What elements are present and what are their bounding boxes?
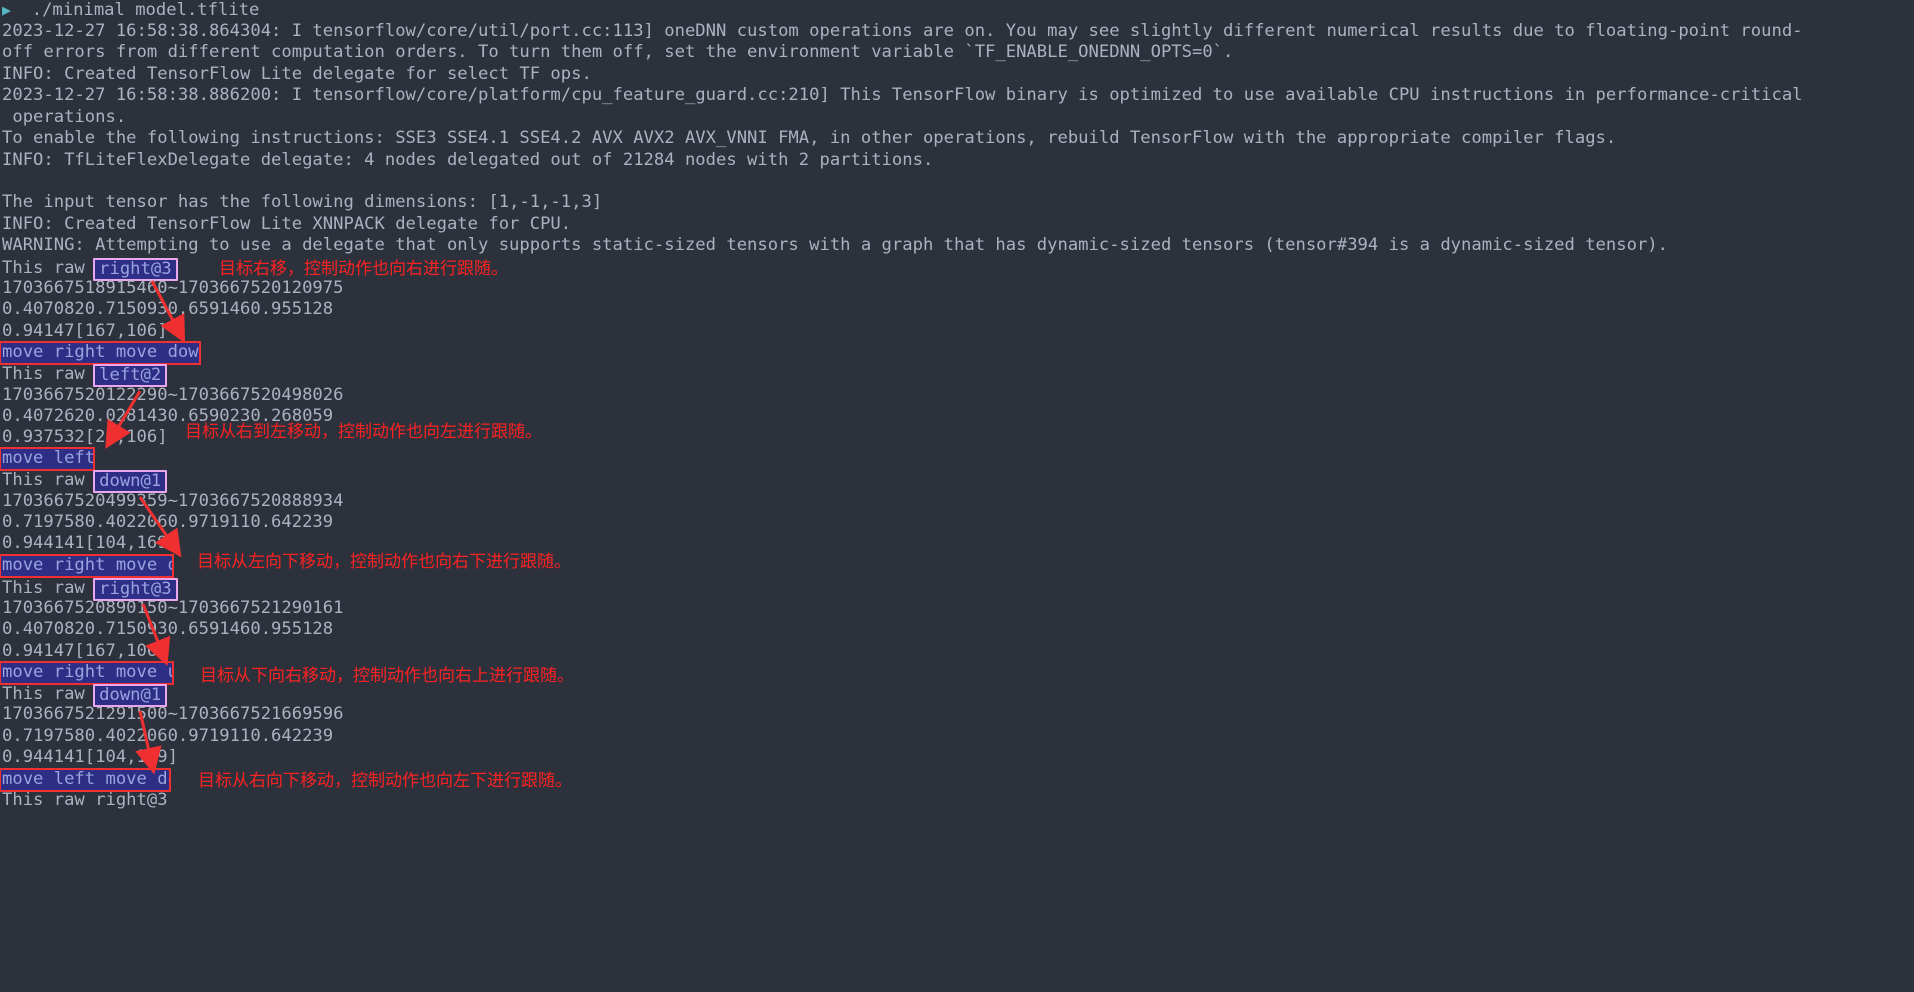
prompt-line: ▶ ./minimal model.tflite xyxy=(0,0,259,21)
prompt-arrow-icon: ▶ xyxy=(2,1,12,19)
command-text: ./minimal model.tflite xyxy=(31,0,260,20)
raw-label: This raw xyxy=(2,258,96,278)
terminal-window[interactable]: ▶ ./minimal model.tflite 2023-12-27 16:5… xyxy=(0,0,1914,992)
coord-line: 0.94147[167,106] xyxy=(2,321,168,341)
raw-line: This raw down@1 xyxy=(0,469,168,493)
coord-line: 0.944141[104,169] xyxy=(2,533,178,553)
raw-label: This raw xyxy=(2,364,96,384)
move-command-box[interactable]: move right move dow xyxy=(0,341,201,365)
annotation-text: 目标从右向下移动，控制动作也向左下进行跟随。 xyxy=(198,771,572,791)
raw-line: This raw left@2 xyxy=(0,363,168,387)
log-line: The input tensor has the following dimen… xyxy=(2,192,603,212)
raw-line: This raw down@1 xyxy=(0,683,168,707)
annotation-text: 目标从左向下移动，控制动作也向右下进行跟随。 xyxy=(197,552,571,572)
raw-label: This raw xyxy=(2,470,96,490)
log-line: 2023-12-27 16:58:38.886200: I tensorflow… xyxy=(2,85,1803,105)
timestamp-line: 1703667518915460~1703667520120975 xyxy=(2,278,344,298)
log-line: operations. xyxy=(2,107,127,127)
score-line: 0.7197580.4022060.9719110.642239 xyxy=(2,512,334,532)
score-line: 0.4070820.7150930.6591460.955128 xyxy=(2,299,334,319)
log-line: INFO: Created TensorFlow Lite delegate f… xyxy=(2,64,592,84)
prompt-command xyxy=(11,0,32,20)
direction-token[interactable]: down@1 xyxy=(93,470,168,493)
move-command-box[interactable]: move left xyxy=(0,447,95,471)
move-command-box[interactable]: move right move up xyxy=(0,661,174,685)
raw-label: This raw xyxy=(2,578,96,598)
log-line-blank xyxy=(0,171,2,192)
coord-line: 0.94147[167,106] xyxy=(2,641,168,661)
log-line: 2023-12-27 16:58:38.864304: I tensorflow… xyxy=(2,21,1803,41)
raw-label: This raw xyxy=(2,684,96,704)
log-line: To enable the following instructions: SS… xyxy=(2,128,1617,148)
direction-token[interactable]: left@2 xyxy=(93,364,168,387)
raw-line: This raw right@3 xyxy=(0,257,178,281)
timestamp-line: 1703667520890150~1703667521290161 xyxy=(2,598,344,618)
log-line: INFO: Created TensorFlow Lite XNNPACK de… xyxy=(2,214,572,234)
annotation-text: 目标右移，控制动作也向右进行跟随。 xyxy=(219,259,508,279)
timestamp-line: 1703667520122290~1703667520498026 xyxy=(2,385,344,405)
score-line: 0.7197580.4022060.9719110.642239 xyxy=(2,726,334,746)
timestamp-line: 1703667520499359~1703667520888934 xyxy=(2,491,344,511)
annotation-text: 目标从右到左移动，控制动作也向左进行跟随。 xyxy=(185,422,542,442)
score-line: 0.4070820.7150930.6591460.955128 xyxy=(2,619,334,639)
log-line: INFO: TfLiteFlexDelegate delegate: 4 nod… xyxy=(2,150,934,170)
annotation-text: 目标从下向右移动，控制动作也向右上进行跟随。 xyxy=(200,666,574,686)
move-command-box[interactable]: move left move dow xyxy=(0,768,171,792)
move-command-box[interactable]: move right move dow xyxy=(0,554,174,578)
coord-line: 0.944141[104,169] xyxy=(2,747,178,767)
log-line: off errors from different computation or… xyxy=(2,42,1234,62)
raw-line: This raw right@3 xyxy=(0,577,178,601)
raw-line-last: This raw right@3 xyxy=(2,790,168,810)
log-line: WARNING: Attempting to use a delegate th… xyxy=(2,235,1668,255)
timestamp-line: 1703667521291500~1703667521669596 xyxy=(2,704,344,724)
coord-line: 0.937532[29,106] xyxy=(2,427,168,447)
